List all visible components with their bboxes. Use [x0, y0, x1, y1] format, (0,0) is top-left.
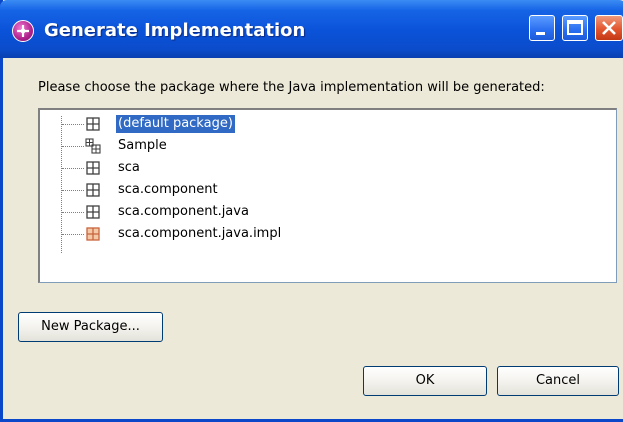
tree-item-label: sca.component.java.impl — [118, 226, 282, 241]
package-icon — [86, 183, 100, 197]
cancel-button[interactable]: Cancel — [497, 366, 619, 396]
tree-item-default-package[interactable]: (default package) — [40, 113, 600, 135]
close-icon — [602, 21, 616, 35]
new-package-button[interactable]: New Package... — [18, 312, 163, 342]
tree-item-label: Sample — [118, 138, 167, 153]
tree-item-label: sca.component — [118, 182, 218, 197]
package-hierarchy-icon — [85, 138, 101, 154]
package-icon — [86, 205, 100, 219]
tree-item-sca[interactable]: sca — [40, 157, 600, 179]
package-tree[interactable]: (default package) Sample sca sca.compone… — [38, 108, 617, 283]
tree-item-sample[interactable]: Sample — [40, 135, 600, 157]
close-button[interactable] — [595, 15, 623, 41]
tree-item-label: sca — [118, 160, 140, 175]
tree-item-sca-component-java-impl[interactable]: sca.component.java.impl — [40, 223, 600, 245]
tree-item-label: sca.component.java — [118, 204, 249, 219]
window-title: Generate Implementation — [44, 20, 306, 41]
package-icon — [86, 117, 100, 131]
instruction-text: Please choose the package where the Java… — [38, 80, 545, 95]
tree-item-label: (default package) — [115, 114, 236, 134]
package-icon-orange — [86, 227, 100, 241]
minimize-icon — [536, 32, 545, 35]
title-bar[interactable]: Generate Implementation — [0, 0, 623, 58]
dialog-window: Generate Implementation Please choose th… — [0, 0, 623, 422]
tree-item-sca-component-java[interactable]: sca.component.java — [40, 201, 600, 223]
app-icon — [12, 20, 34, 42]
minimize-button[interactable] — [529, 15, 555, 41]
ok-button[interactable]: OK — [363, 366, 487, 396]
package-icon — [86, 161, 100, 175]
maximize-button[interactable] — [562, 15, 588, 41]
maximize-icon — [567, 20, 583, 35]
tree-item-sca-component[interactable]: sca.component — [40, 179, 600, 201]
